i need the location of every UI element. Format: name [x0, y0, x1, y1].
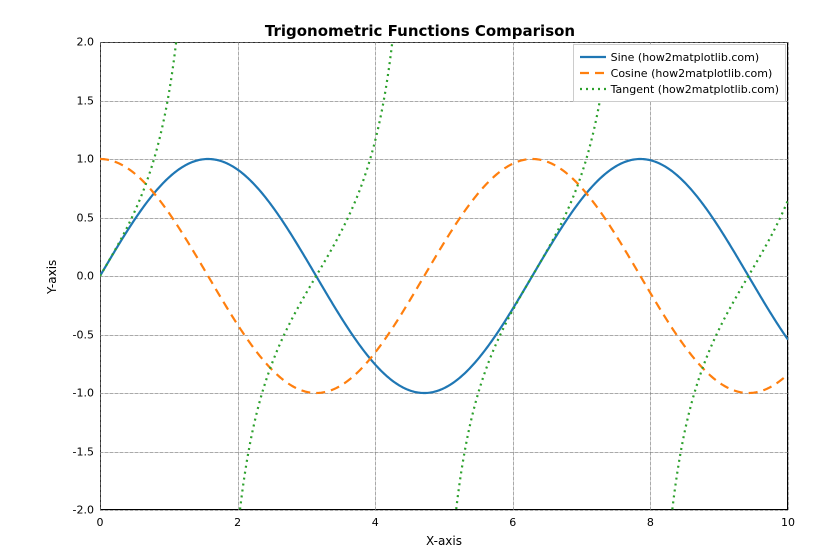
y-tick-label: -0.5	[60, 328, 94, 341]
x-tick-label: 6	[509, 516, 516, 529]
x-tick-label: 2	[234, 516, 241, 529]
legend-swatch	[580, 51, 606, 63]
legend-entry: Sine (how2matplotlib.com)	[580, 49, 779, 65]
y-tick-label: -1.5	[60, 445, 94, 458]
y-tick-label: -1.0	[60, 387, 94, 400]
y-tick-label: 0.0	[60, 270, 94, 283]
legend-swatch	[580, 67, 606, 79]
legend: Sine (how2matplotlib.com) Cosine (how2mat…	[573, 44, 786, 102]
y-tick-label: 1.5	[60, 94, 94, 107]
figure: Trigonometric Functions Comparison X-axi…	[0, 0, 840, 560]
legend-label: Cosine (how2matplotlib.com)	[611, 67, 773, 80]
legend-entry: Tangent (how2matplotlib.com)	[580, 81, 779, 97]
legend-label: Tangent (how2matplotlib.com)	[611, 83, 779, 96]
legend-entry: Cosine (how2matplotlib.com)	[580, 65, 779, 81]
plot-svg	[100, 42, 788, 510]
gridline-horizontal	[100, 510, 788, 511]
legend-label: Sine (how2matplotlib.com)	[611, 51, 760, 64]
legend-swatch	[580, 83, 606, 95]
series-cosine	[100, 159, 788, 393]
y-axis-label: Y-axis	[45, 260, 59, 294]
x-tick-label: 8	[647, 516, 654, 529]
gridline-vertical	[788, 42, 789, 510]
x-tick-label: 4	[372, 516, 379, 529]
y-tick-label: 0.5	[60, 211, 94, 224]
y-tick-label: 1.0	[60, 153, 94, 166]
series-sine	[100, 159, 788, 393]
x-axis-label: X-axis	[100, 534, 788, 548]
x-tick-label: 0	[97, 516, 104, 529]
x-tick-label: 10	[781, 516, 795, 529]
y-tick-label: 2.0	[60, 36, 94, 49]
chart-title: Trigonometric Functions Comparison	[0, 22, 840, 40]
y-tick-label: -2.0	[60, 504, 94, 517]
